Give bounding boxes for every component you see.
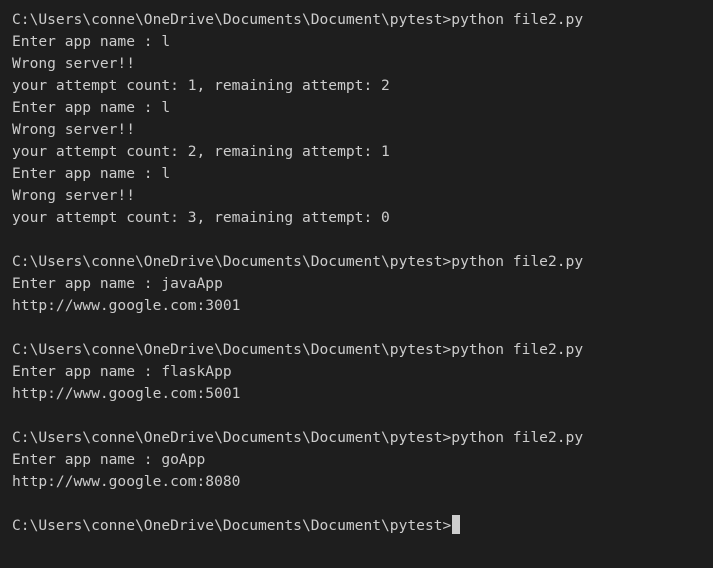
terminal-line: Enter app name : javaApp bbox=[12, 275, 223, 292]
terminal-line: Enter app name : goApp bbox=[12, 451, 206, 468]
terminal-line: C:\Users\conne\OneDrive\Documents\Docume… bbox=[12, 429, 584, 446]
terminal-line: your attempt count: 1, remaining attempt… bbox=[12, 77, 390, 94]
terminal-line: Wrong server!! bbox=[12, 121, 136, 138]
terminal-output[interactable]: C:\Users\conne\OneDrive\Documents\Docume… bbox=[12, 9, 713, 537]
text-cursor bbox=[452, 515, 461, 534]
terminal-line: C:\Users\conne\OneDrive\Documents\Docume… bbox=[12, 341, 584, 358]
terminal-line: Enter app name : l bbox=[12, 165, 171, 182]
terminal-line: http://www.google.com:8080 bbox=[12, 473, 241, 490]
terminal-line: C:\Users\conne\OneDrive\Documents\Docume… bbox=[12, 253, 584, 270]
terminal-prompt-line[interactable]: C:\Users\conne\OneDrive\Documents\Docume… bbox=[12, 515, 713, 537]
terminal-line: your attempt count: 3, remaining attempt… bbox=[12, 209, 390, 226]
terminal-line: http://www.google.com:5001 bbox=[12, 385, 241, 402]
terminal-line: Enter app name : flaskApp bbox=[12, 363, 232, 380]
terminal-line: Wrong server!! bbox=[12, 187, 136, 204]
terminal-line: your attempt count: 2, remaining attempt… bbox=[12, 143, 390, 160]
terminal-line: http://www.google.com:3001 bbox=[12, 297, 241, 314]
terminal-line: Enter app name : l bbox=[12, 33, 171, 50]
terminal-line: C:\Users\conne\OneDrive\Documents\Docume… bbox=[12, 11, 584, 28]
terminal-prompt: C:\Users\conne\OneDrive\Documents\Docume… bbox=[12, 517, 452, 534]
terminal-line: Wrong server!! bbox=[12, 55, 136, 72]
terminal-line: Enter app name : l bbox=[12, 99, 171, 116]
